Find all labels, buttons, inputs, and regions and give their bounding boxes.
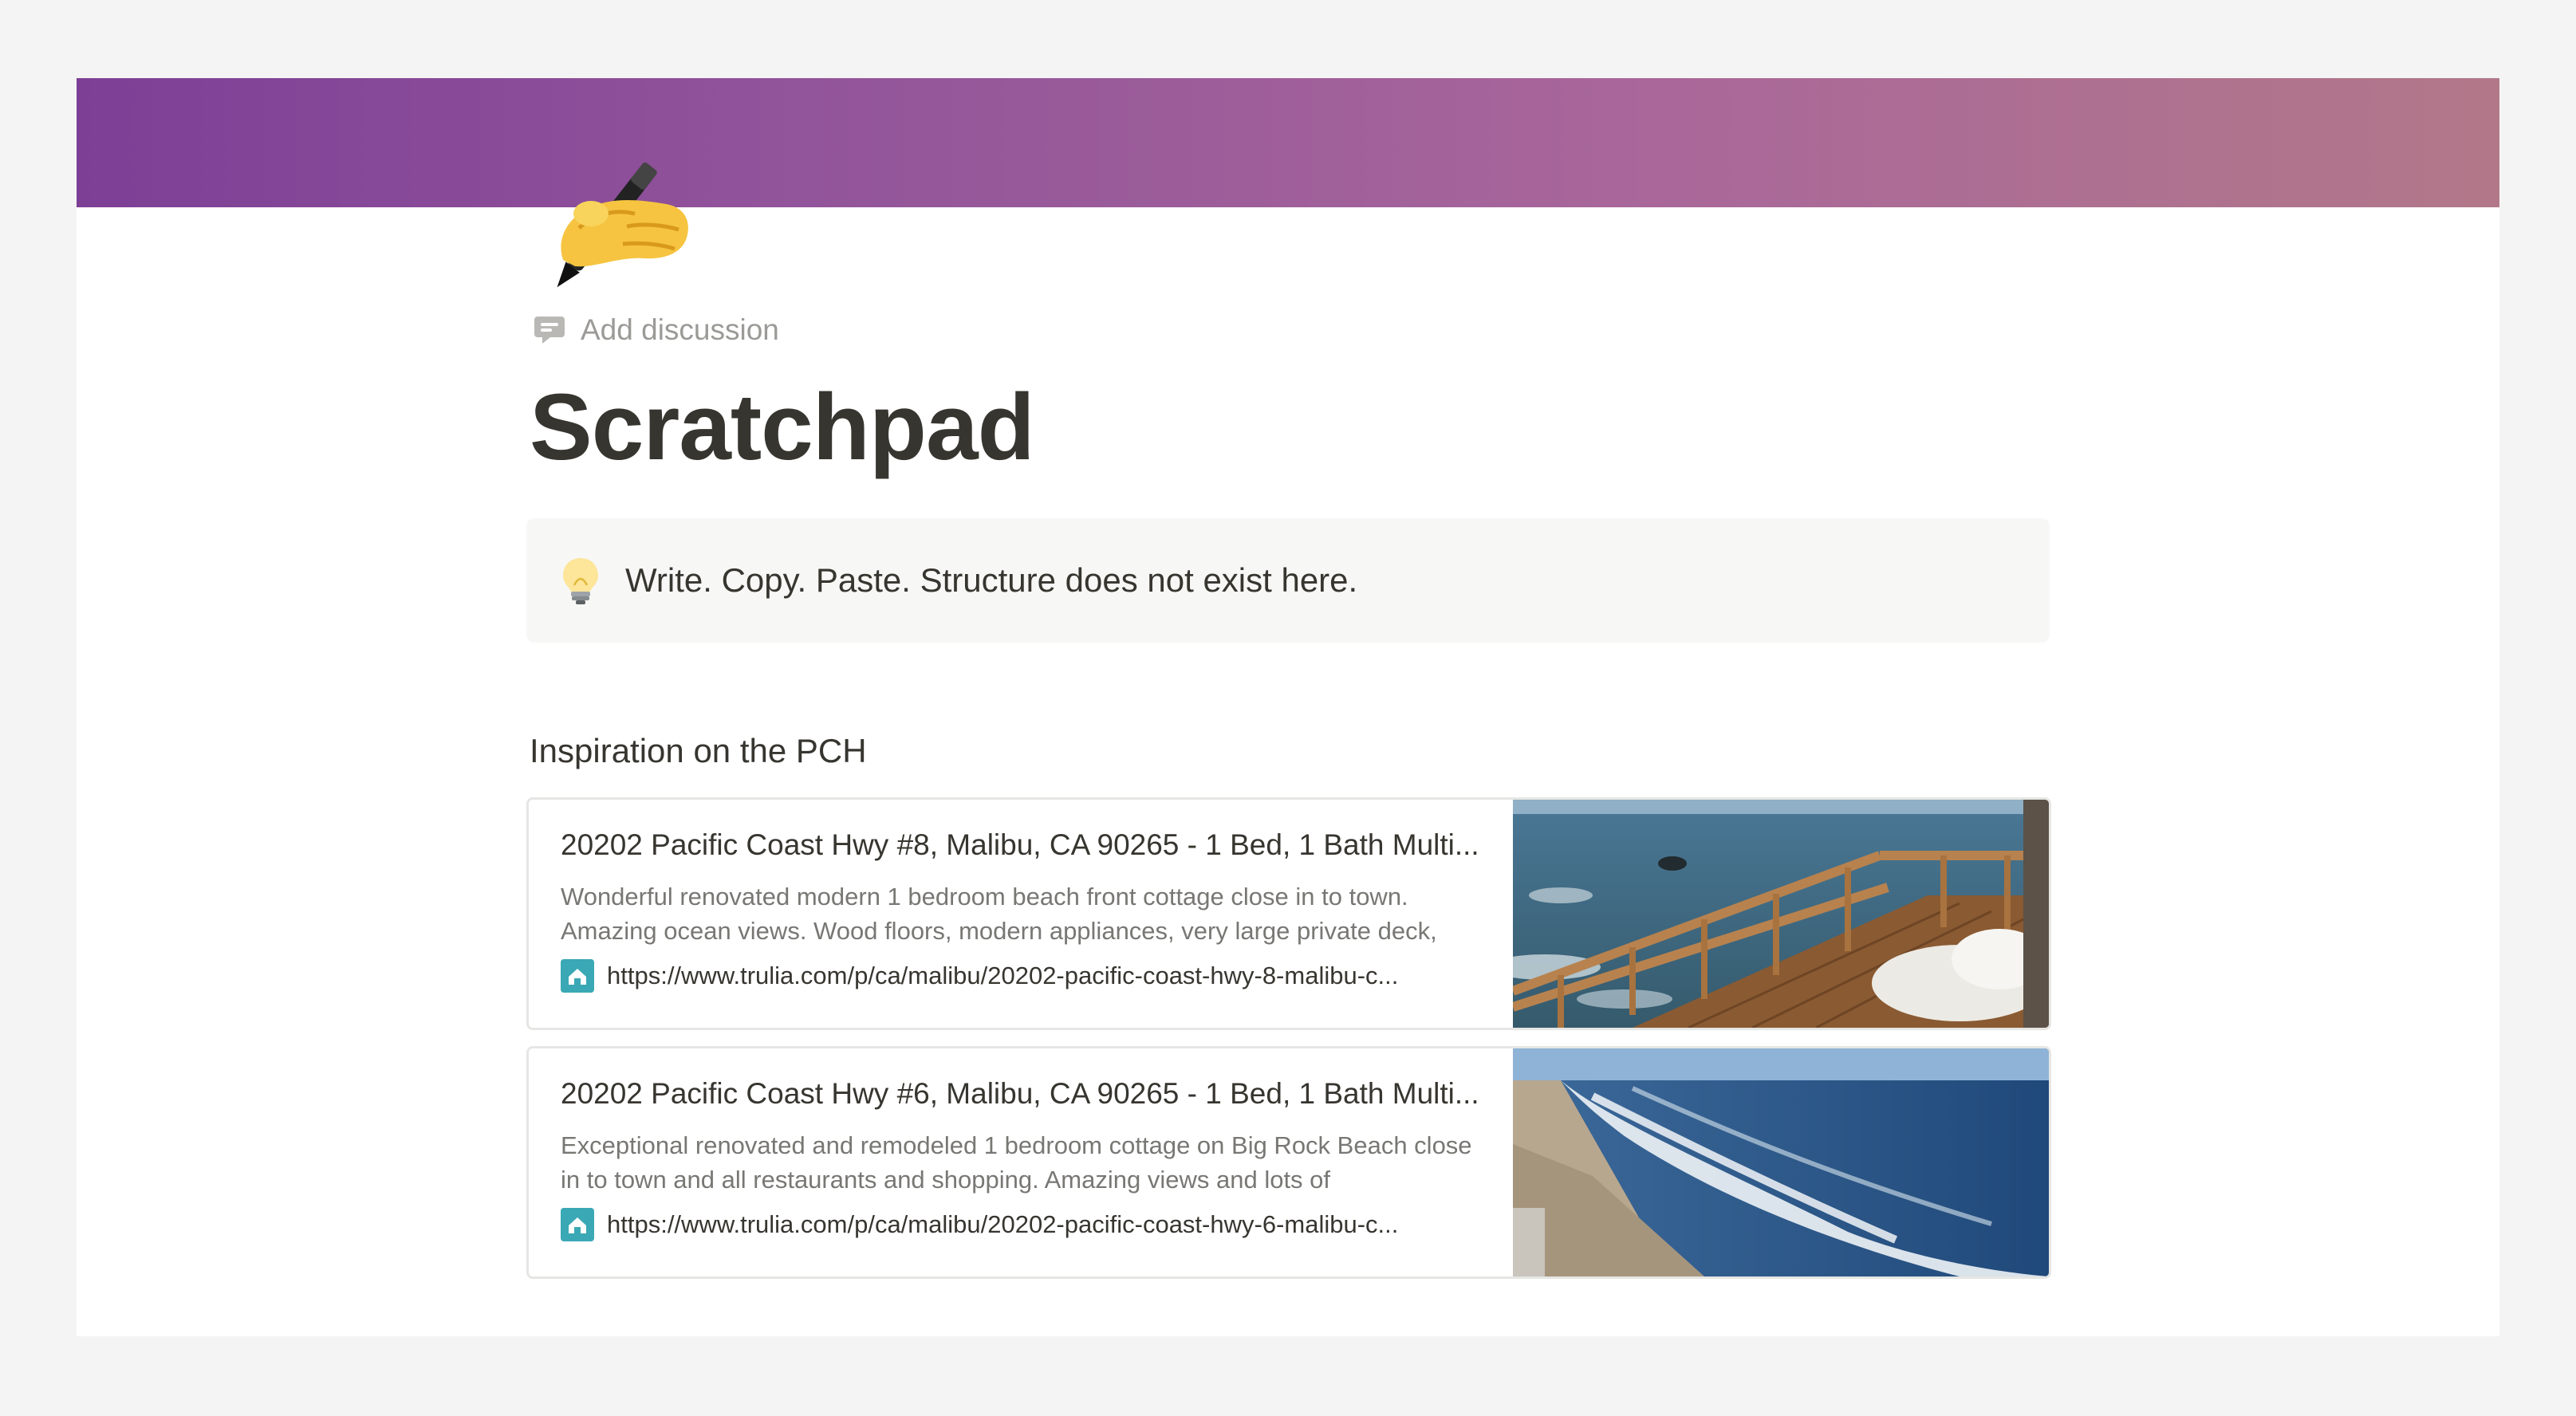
ocean-deck-thumbnail xyxy=(1513,800,2049,1028)
bookmark-card[interactable]: 20202 Pacific Coast Hwy #8, Malibu, CA 9… xyxy=(526,797,2051,1030)
bookmark-description: Exceptional renovated and remodeled 1 be… xyxy=(561,1131,1472,1194)
section-heading[interactable]: Inspiration on the PCH xyxy=(530,732,867,770)
bookmark-url: https://www.trulia.com/p/ca/malibu/20202… xyxy=(607,962,1399,989)
page-title[interactable]: Scratchpad xyxy=(530,372,1035,485)
window-frame: Add discussion Scratchpad Write. Copy. P… xyxy=(0,0,2576,1416)
callout-block[interactable]: Write. Copy. Paste. Structure does not e… xyxy=(526,518,2050,643)
trulia-favicon-icon xyxy=(561,1208,594,1241)
lightbulb-icon xyxy=(563,558,598,604)
bookmark-link[interactable]: https://www.trulia.com/p/ca/malibu/20202… xyxy=(561,1208,1513,1241)
trulia-favicon-icon xyxy=(561,959,594,993)
add-discussion-button[interactable]: Add discussion xyxy=(533,309,779,351)
bookmark-title: 20202 Pacific Coast Hwy #6, Malibu, CA 9… xyxy=(561,1077,1479,1110)
bookmark-info: 20202 Pacific Coast Hwy #8, Malibu, CA 9… xyxy=(529,800,1513,1028)
page-cover[interactable] xyxy=(77,78,2499,207)
add-discussion-label: Add discussion xyxy=(581,313,779,346)
bookmark-card[interactable]: 20202 Pacific Coast Hwy #6, Malibu, CA 9… xyxy=(526,1046,2051,1279)
bookmark-link[interactable]: https://www.trulia.com/p/ca/malibu/20202… xyxy=(561,959,1513,993)
bookmark-info: 20202 Pacific Coast Hwy #6, Malibu, CA 9… xyxy=(529,1048,1513,1276)
writing-hand-icon[interactable] xyxy=(531,124,707,292)
beach-waves-thumbnail xyxy=(1513,1048,2049,1276)
comment-icon xyxy=(534,317,565,344)
notion-page: Add discussion Scratchpad Write. Copy. P… xyxy=(77,78,2499,1336)
bookmark-url: https://www.trulia.com/p/ca/malibu/20202… xyxy=(607,1210,1399,1238)
callout-text[interactable]: Write. Copy. Paste. Structure does not e… xyxy=(625,561,1357,600)
bookmark-description: Wonderful renovated modern 1 bedroom bea… xyxy=(561,883,1437,945)
bookmark-title: 20202 Pacific Coast Hwy #8, Malibu, CA 9… xyxy=(561,828,1479,861)
